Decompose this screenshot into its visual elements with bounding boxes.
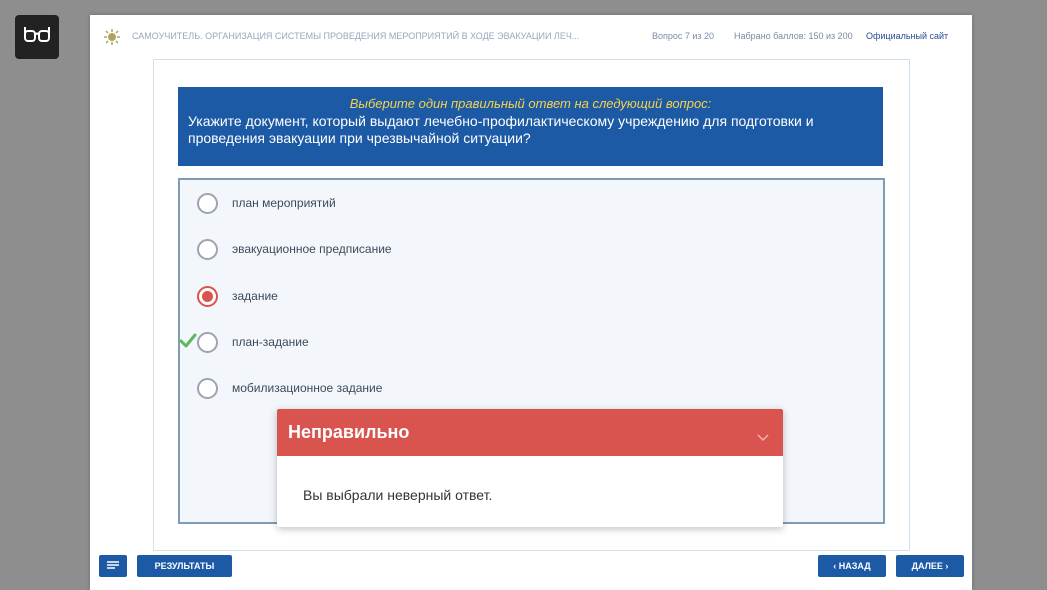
radio-button[interactable] (197, 238, 218, 260)
feedback-title: Неправильно (288, 422, 410, 442)
score-counter: Набрано баллов: 150 из 200 (734, 31, 853, 41)
feedback-message: Вы выбрали неверный ответ. (303, 487, 493, 503)
answer-label: мобилизационное задание (232, 381, 383, 395)
question-progress: Вопрос 7 из 20 (652, 31, 715, 41)
answer-option-correct[interactable]: план-задание (179, 329, 309, 355)
radio-button[interactable] (197, 192, 218, 214)
answer-label: эвакуационное предписание (232, 242, 392, 256)
menu-button[interactable] (99, 555, 127, 577)
top-bar: САМОУЧИТЕЛЬ. ОРГАНИЗАЦИЯ СИСТЕМЫ ПРОВЕДЕ… (90, 15, 972, 59)
sun-logo-icon (104, 29, 120, 47)
next-button[interactable]: ДАЛЕЕ › (896, 555, 964, 577)
back-button[interactable]: ‹ НАЗАД (818, 555, 886, 577)
list-icon (107, 560, 119, 572)
official-site-link[interactable]: Официальный сайт (866, 31, 948, 41)
answer-option-selected[interactable]: задание (197, 283, 278, 309)
answer-option[interactable]: план мероприятий (197, 190, 336, 216)
course-title: САМОУЧИТЕЛЬ. ОРГАНИЗАЦИЯ СИСТЕМЫ ПРОВЕДЕ… (132, 31, 580, 41)
answer-label: план-задание (232, 335, 309, 349)
radio-button[interactable] (197, 331, 218, 353)
radio-button-selected[interactable] (197, 285, 218, 307)
feedback-popup: Неправильно Вы выбрали неверный ответ. (277, 409, 783, 527)
answer-label: план мероприятий (232, 196, 336, 210)
accessibility-button[interactable] (15, 15, 59, 59)
chevron-down-icon[interactable] (757, 426, 769, 447)
checkmark-icon (179, 333, 197, 354)
answer-label: задание (232, 289, 278, 303)
glasses-icon (24, 26, 50, 49)
question-text: Укажите документ, который выдают лечебно… (188, 113, 814, 146)
question-box: Выберите один правильный ответ на следую… (178, 87, 883, 166)
answer-option[interactable]: эвакуационное предписание (197, 236, 392, 262)
results-button[interactable]: РЕЗУЛЬТАТЫ (137, 555, 232, 577)
answer-option[interactable]: мобилизационное задание (197, 375, 382, 401)
course-window: САМОУЧИТЕЛЬ. ОРГАНИЗАЦИЯ СИСТЕМЫ ПРОВЕДЕ… (90, 15, 972, 590)
radio-button[interactable] (197, 377, 218, 399)
feedback-header: Неправильно (277, 409, 783, 456)
question-instruction: Выберите один правильный ответ на следую… (349, 96, 712, 111)
